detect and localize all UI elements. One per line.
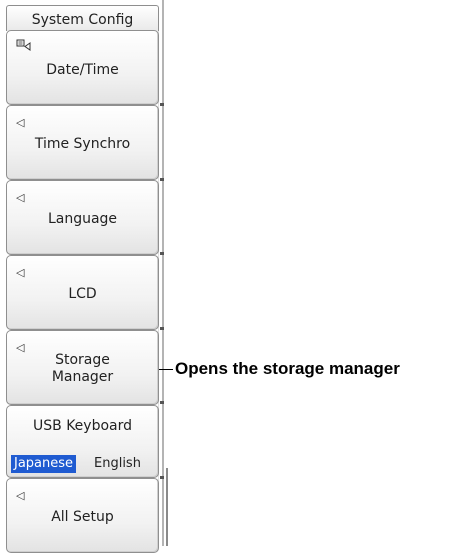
soft-key-menu: System Config Date/Time ◁ Time Synchro ◁… (0, 0, 172, 553)
menu-scroll-edge (166, 468, 168, 546)
storage-manager-callout: Opens the storage manager (175, 359, 400, 378)
date-time-label: Date/Time (46, 62, 119, 78)
triangle-left-icon: ◁ (16, 489, 25, 502)
frame-notch (160, 178, 164, 181)
all-setup-button[interactable]: ◁ All Setup (6, 478, 159, 553)
language-label: Language (47, 211, 118, 227)
frame-notch (160, 103, 164, 106)
language-button[interactable]: ◁ Language (6, 180, 159, 255)
date-time-button[interactable]: Date/Time (6, 30, 159, 105)
time-synchro-label: Time Synchro (34, 136, 131, 152)
frame-notch (160, 327, 164, 330)
lcd-button[interactable]: ◁ LCD (6, 255, 159, 330)
frame-notch (160, 252, 164, 255)
triangle-left-icon: ◁ (16, 191, 25, 204)
frame-notch (160, 401, 164, 404)
option-japanese[interactable]: Japanese (11, 455, 77, 473)
triangle-left-icon: ◁ (16, 341, 25, 354)
storage-manager-button[interactable]: ◁ Storage Manager (6, 330, 159, 405)
option-english[interactable]: English (91, 455, 144, 473)
lcd-label: LCD (68, 286, 97, 302)
triangle-left-icon: ◁ (16, 116, 25, 129)
menu-title: System Config (6, 5, 159, 31)
keyboard-edit-icon (16, 39, 31, 51)
triangle-left-icon: ◁ (16, 266, 25, 279)
all-setup-label: All Setup (51, 509, 114, 525)
time-synchro-button[interactable]: ◁ Time Synchro (6, 105, 159, 180)
storage-manager-label: Storage Manager (51, 352, 114, 385)
callout-leader-line (159, 369, 173, 370)
menu-frame (162, 0, 164, 546)
frame-notch (160, 476, 164, 479)
usb-keyboard-label: USB Keyboard (33, 418, 132, 434)
usb-keyboard-button[interactable]: USB Keyboard Japanese English (6, 405, 159, 478)
